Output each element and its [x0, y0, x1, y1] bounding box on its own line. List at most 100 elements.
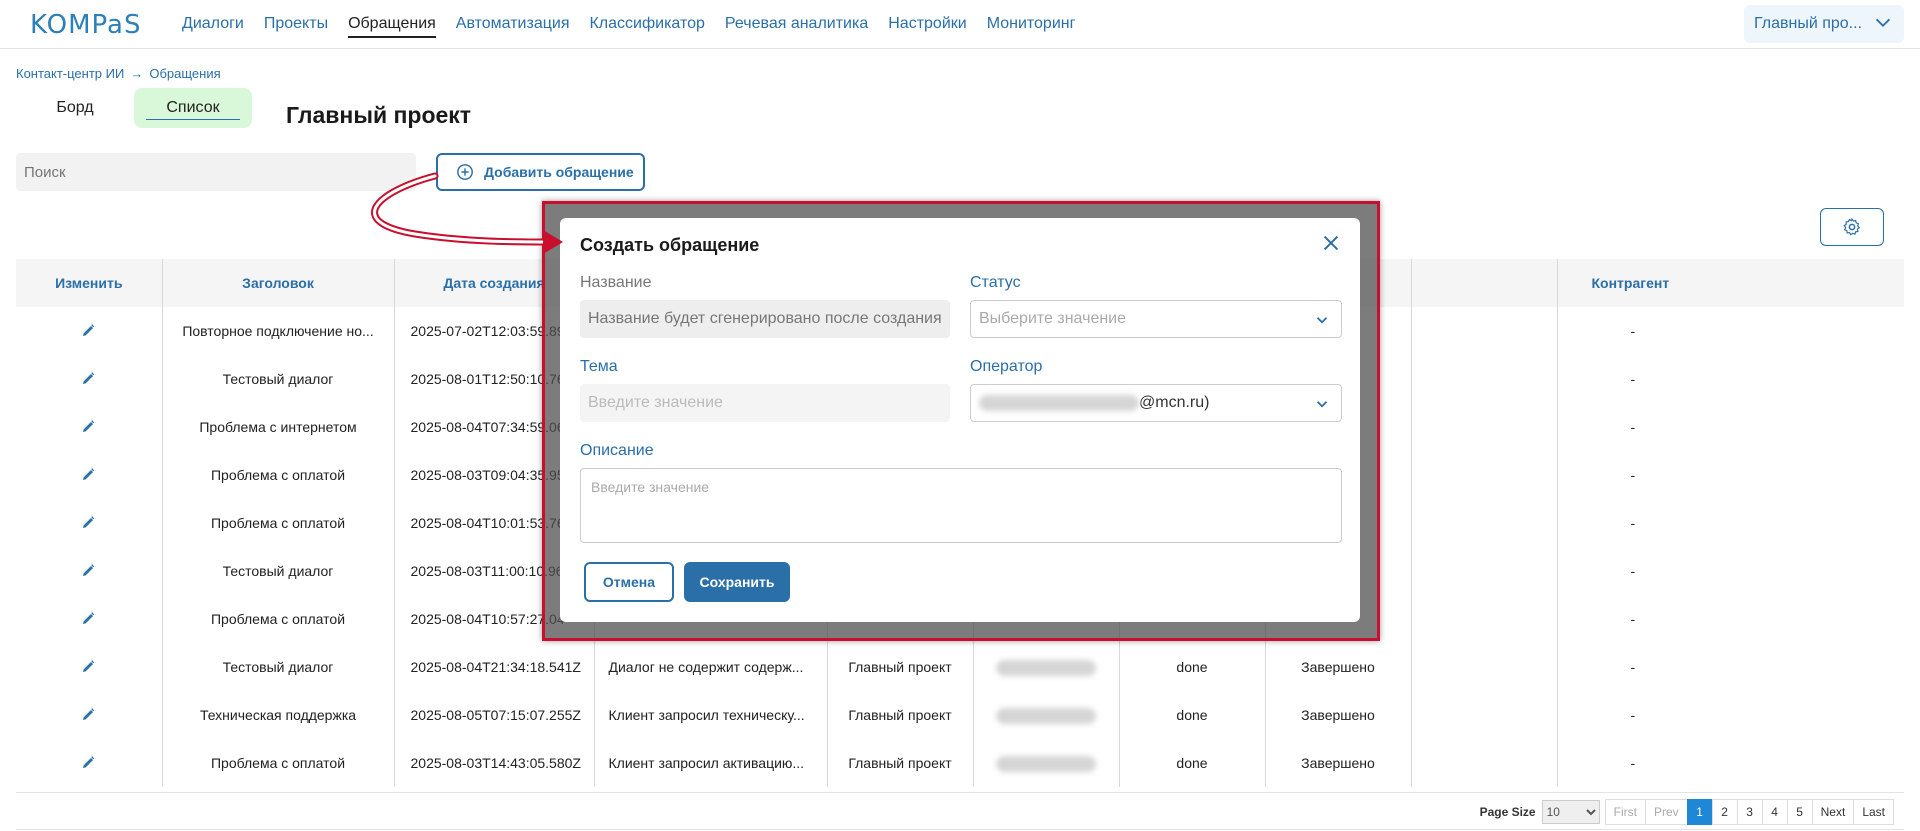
- pencil-icon[interactable]: [81, 466, 97, 485]
- cell-title: Проблема с интернетом: [162, 403, 395, 451]
- cell-contractor: -: [1630, 419, 1636, 435]
- tab-board[interactable]: Борд: [16, 88, 134, 128]
- save-button[interactable]: Сохранить: [684, 562, 790, 602]
- nav-item-requests[interactable]: Обращения: [348, 15, 436, 38]
- cell-contractor: -: [1630, 755, 1636, 771]
- cell-extra: [1411, 595, 1558, 643]
- cell-created: 2025-08-05T07:15:07.255Z: [394, 691, 595, 739]
- cell-extra: [1411, 451, 1558, 499]
- cell-status: done: [1119, 739, 1266, 787]
- breadcrumb-item-contact-center[interactable]: Контакт-центр ИИ: [16, 66, 124, 81]
- tab-list[interactable]: Список: [134, 88, 252, 128]
- column-header-title[interactable]: Заголовок: [162, 259, 395, 307]
- cancel-button[interactable]: Отмена: [584, 562, 674, 602]
- edit-cell: [16, 403, 163, 451]
- cell-contractor: -: [1630, 371, 1636, 387]
- cell-state: Завершено: [1265, 739, 1412, 787]
- pencil-icon[interactable]: [81, 418, 97, 437]
- cell-title: Проблема с оплатой: [162, 499, 395, 547]
- pager-last[interactable]: Last: [1853, 799, 1894, 825]
- nav-item-monitoring[interactable]: Мониторинг: [987, 15, 1076, 38]
- app-logo[interactable]: KOMPaS: [30, 10, 141, 40]
- chevron-down-icon: [1316, 317, 1328, 324]
- column-header-edit[interactable]: Изменить: [16, 259, 163, 307]
- pencil-icon[interactable]: [81, 514, 97, 533]
- cell-project: Главный проект: [827, 691, 974, 739]
- nav-item-speech-analytics[interactable]: Речевая аналитика: [725, 15, 868, 38]
- name-label: Название: [580, 274, 652, 291]
- edit-cell: [16, 355, 163, 403]
- cell-title: Техническая поддержка: [162, 691, 395, 739]
- edit-cell: [16, 595, 163, 643]
- table-row[interactable]: Проблема с оплатой 2025-08-03T14:43:05.58…: [16, 739, 1904, 787]
- pager-page-1[interactable]: 1: [1686, 799, 1713, 825]
- annotation-arrow: [371, 172, 563, 254]
- pager-page-3[interactable]: 3: [1736, 799, 1763, 825]
- column-header-extra[interactable]: [1411, 259, 1558, 307]
- edit-cell: [16, 499, 163, 547]
- pager-page-2[interactable]: 2: [1711, 799, 1738, 825]
- table-row[interactable]: Техническая поддержка 2025-08-05T07:15:07…: [16, 691, 1904, 739]
- column-header-contractor[interactable]: Контрагент: [1557, 259, 1904, 307]
- redacted-email: [979, 395, 1139, 411]
- page-size-select[interactable]: 10: [1541, 800, 1600, 824]
- cell-contractor: -: [1630, 611, 1636, 627]
- nav-item-automation[interactable]: Автоматизация: [456, 15, 570, 38]
- cell-contractor: -: [1630, 659, 1636, 675]
- pagination: Page Size 10 First Prev 1 2 3 4 5 Next L…: [1480, 799, 1894, 825]
- breadcrumb-item-requests[interactable]: Обращения: [149, 66, 220, 81]
- nav-item-projects[interactable]: Проекты: [264, 15, 328, 38]
- topic-label: Тема: [580, 358, 618, 375]
- pager-prev[interactable]: Prev: [1644, 799, 1688, 825]
- cell-project: Главный проект: [827, 739, 974, 787]
- topic-input[interactable]: Введите значение: [580, 384, 950, 422]
- cell-operator: [973, 739, 1120, 787]
- nav-item-dialogs[interactable]: Диалоги: [182, 15, 244, 38]
- project-selector-label: Главный про...: [1754, 15, 1863, 32]
- status-label: Статус: [970, 274, 1021, 291]
- pager-page-4[interactable]: 4: [1761, 799, 1788, 825]
- cell-contractor: -: [1630, 707, 1636, 723]
- cell-description: Диалог не содержит содерж...: [594, 643, 828, 691]
- edit-cell: [16, 739, 163, 787]
- operator-select[interactable]: @mcn.ru): [970, 384, 1342, 422]
- cell-title: Проблема с оплатой: [162, 451, 395, 499]
- nav-item-classifier[interactable]: Классификатор: [589, 15, 704, 38]
- create-request-dialog: Создать обращение Название Название буде…: [560, 218, 1360, 622]
- pager-first[interactable]: First: [1604, 799, 1646, 825]
- operator-value: @mcn.ru): [1139, 394, 1210, 411]
- breadcrumb: Контакт-центр ИИ → Обращения: [16, 66, 221, 81]
- table-row[interactable]: Тестовый диалог 2025-08-04T21:34:18.541Z Д…: [16, 643, 1904, 691]
- pencil-icon[interactable]: [81, 658, 97, 677]
- table-settings-button[interactable]: [1820, 208, 1884, 246]
- close-icon[interactable]: [1320, 232, 1342, 254]
- cell-state: Завершено: [1265, 691, 1412, 739]
- cell-description: Клиент запросил активацию...: [594, 739, 828, 787]
- cell-extra: [1411, 403, 1558, 451]
- cell-operator: [973, 643, 1120, 691]
- status-select[interactable]: Выберите значение: [970, 300, 1342, 338]
- pager-next[interactable]: Next: [1811, 799, 1855, 825]
- cell-extra: [1411, 643, 1558, 691]
- cell-extra: [1411, 307, 1558, 355]
- pager-page-5[interactable]: 5: [1786, 799, 1813, 825]
- description-textarea[interactable]: Введите значение: [580, 468, 1342, 543]
- pencil-icon[interactable]: [81, 370, 97, 389]
- chevron-down-icon: [1875, 18, 1891, 28]
- redacted-operator: [996, 659, 1096, 676]
- cell-extra: [1411, 691, 1558, 739]
- pencil-icon[interactable]: [81, 322, 97, 341]
- pencil-icon[interactable]: [81, 754, 97, 773]
- cell-extra: [1411, 499, 1558, 547]
- cell-title: Тестовый диалог: [162, 355, 395, 403]
- pencil-icon[interactable]: [81, 562, 97, 581]
- main-nav: Диалоги Проекты Обращения Автоматизация …: [182, 15, 1075, 38]
- nav-item-settings[interactable]: Настройки: [888, 15, 966, 38]
- name-field: Название будет сгенерировано после созда…: [580, 300, 950, 338]
- pencil-icon[interactable]: [81, 610, 97, 629]
- cell-contractor: -: [1630, 515, 1636, 531]
- cell-extra: [1411, 547, 1558, 595]
- project-selector[interactable]: Главный про...: [1744, 5, 1904, 43]
- pencil-icon[interactable]: [81, 706, 97, 725]
- cell-created: 2025-08-04T21:34:18.541Z: [394, 643, 595, 691]
